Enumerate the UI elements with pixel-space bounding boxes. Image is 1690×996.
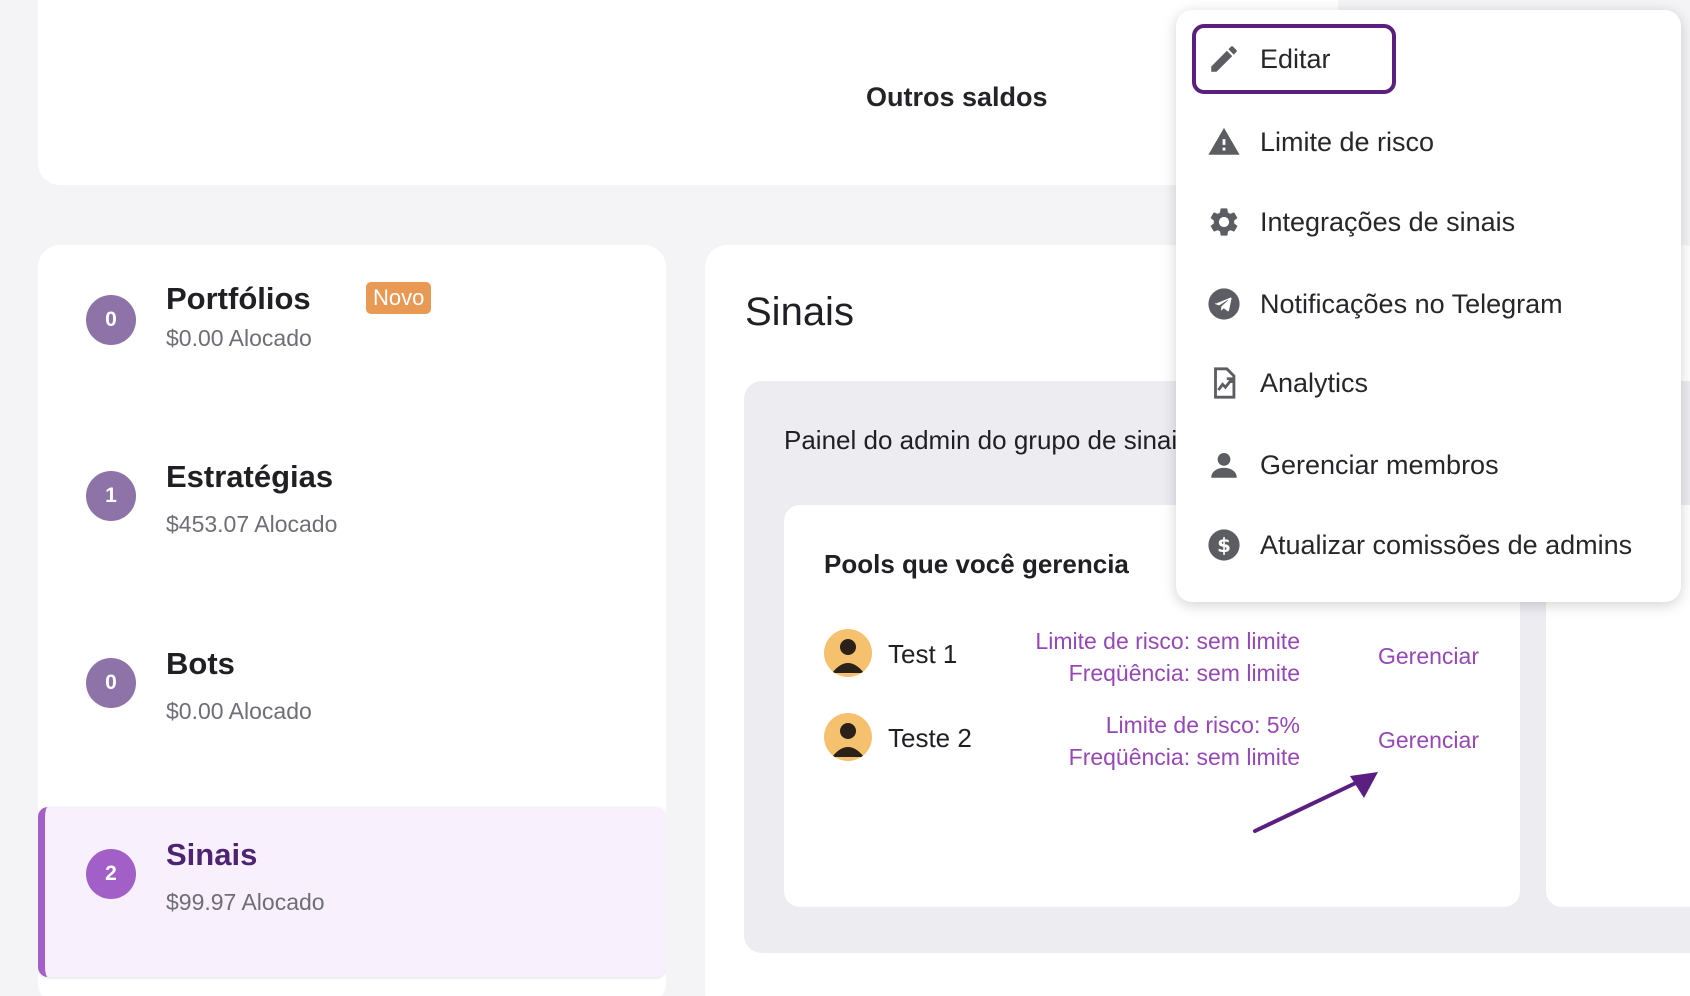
svg-text:$: $ (1217, 534, 1231, 557)
allocated-amount: $453.07 Alocado (166, 511, 338, 537)
actions-menu: Editar Limite de risco Integrações de si… (1176, 10, 1681, 602)
menu-item-label: Atualizar comissões de admins (1260, 529, 1633, 560)
pencil-icon (1206, 41, 1242, 77)
risk-limit-text: Limite de risco: 5% (1105, 712, 1300, 738)
menu-item-edit[interactable]: Editar (1192, 24, 1396, 94)
count-badge: 2 (86, 849, 136, 899)
frequency-text: Freqüência: sem limite (1068, 660, 1300, 686)
warning-icon (1206, 124, 1242, 160)
pool-name: Teste 2 (888, 723, 972, 753)
telegram-icon (1206, 286, 1242, 322)
count-badge: 0 (86, 295, 136, 345)
analytics-icon (1206, 365, 1242, 401)
sidebar-item-label: Portfólios (166, 281, 311, 316)
menu-item-label: Integrações de sinais (1260, 206, 1516, 237)
person-icon (1206, 447, 1242, 483)
menu-item-manage-members[interactable]: Gerenciar membros (1192, 430, 1664, 500)
menu-item-label: Analytics (1260, 367, 1369, 398)
pool-row: Test 1 Limite de risco: sem limite Freqü… (824, 625, 1484, 695)
menu-item-telegram-notifications[interactable]: Notificações no Telegram (1192, 269, 1664, 339)
new-badge: Novo (366, 282, 432, 314)
menu-item-signal-integrations[interactable]: Integrações de sinais (1192, 187, 1664, 257)
avatar (824, 713, 872, 761)
managed-pools-title: Pools que você gerencia (824, 549, 1129, 579)
manage-pool-link[interactable]: Gerenciar (1378, 727, 1479, 754)
sidebar-item-strategies[interactable]: 1 Estratégias $453.07 Alocado (38, 431, 666, 601)
pool-limits: Limite de risco: 5% Freqüência: sem limi… (1069, 709, 1300, 773)
allocated-amount: $0.00 Alocado (166, 325, 312, 351)
count-badge: 1 (86, 471, 136, 521)
count-badge: 0 (86, 658, 136, 708)
menu-item-update-admin-fees[interactable]: $ Atualizar comissões de admins (1192, 510, 1664, 580)
sidebar: 0 Portfólios Novo $0.00 Alocado 1 Estrat… (38, 245, 666, 996)
menu-item-analytics[interactable]: Analytics (1192, 348, 1664, 418)
sidebar-item-signals[interactable]: 2 Sinais $99.97 Alocado (38, 807, 666, 977)
allocated-amount: $0.00 Alocado (166, 698, 312, 724)
menu-item-label: Limite de risco (1260, 126, 1435, 157)
allocated-amount: $99.97 Alocado (166, 889, 325, 915)
page-title: Sinais (745, 290, 854, 334)
sidebar-item-label: Estratégias (166, 459, 334, 494)
other-balances-title: Outros saldos (866, 82, 1048, 112)
menu-item-risk-limit[interactable]: Limite de risco (1192, 107, 1664, 177)
manage-pool-link[interactable]: Gerenciar (1378, 643, 1479, 670)
menu-item-label: Notificações no Telegram (1260, 288, 1563, 319)
sidebar-item-label: Sinais (166, 837, 258, 872)
pool-name: Test 1 (888, 639, 958, 669)
dollar-icon: $ (1206, 527, 1242, 563)
sidebar-item-label: Bots (166, 646, 235, 681)
balances-card: Outros saldos (38, 0, 1338, 185)
avatar (824, 629, 872, 677)
menu-item-label: Editar (1260, 43, 1331, 74)
gear-icon (1206, 204, 1242, 240)
risk-limit-text: Limite de risco: sem limite (1035, 628, 1300, 654)
annotation-arrow-icon (1253, 772, 1378, 833)
pool-limits: Limite de risco: sem limite Freqüência: … (1035, 625, 1300, 689)
sidebar-item-bots[interactable]: 0 Bots $0.00 Alocado (38, 618, 666, 788)
menu-item-label: Gerenciar membros (1260, 449, 1499, 480)
admin-panel-caption: Painel do admin do grupo de sinais (784, 425, 1191, 455)
sidebar-item-portfolios[interactable]: 0 Portfólios Novo $0.00 Alocado (38, 245, 666, 415)
